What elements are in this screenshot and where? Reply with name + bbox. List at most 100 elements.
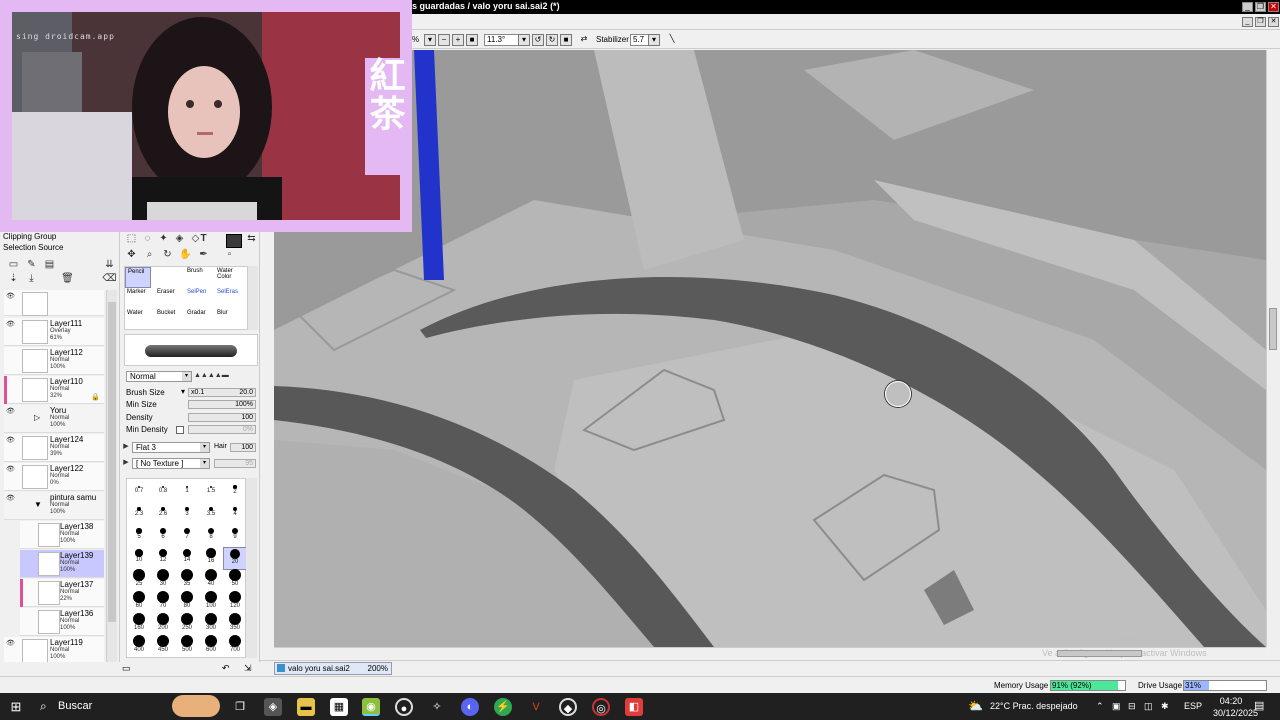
blend-mode-select[interactable]: Normal ▾ [126, 371, 192, 382]
visibility-eye-icon[interactable]: 👁 [6, 320, 20, 332]
size-preset[interactable]: 60 [127, 591, 151, 614]
primary-color-swatch[interactable] [226, 234, 242, 248]
visibility-eye-icon[interactable]: 👁 [6, 494, 20, 506]
layer-item[interactable]: Layer138 Normal 100% [20, 521, 104, 549]
clock[interactable]: 04:20 30/12/2025 [1213, 695, 1258, 719]
brush-marker[interactable]: Marker [125, 288, 151, 309]
app-icon-5[interactable]: ◎ [592, 698, 610, 716]
brush-size-unit-dropdown[interactable]: ▾ [178, 387, 186, 398]
flip-icon[interactable]: ⇄ [578, 34, 590, 46]
size-preset[interactable]: 1 [175, 481, 199, 504]
move-icon[interactable]: ✥ [124, 248, 139, 262]
file-explorer-icon[interactable]: ▬ [297, 698, 315, 716]
layer-item[interactable]: 👁 Layer122 Normal 0% [4, 463, 104, 491]
size-preset[interactable]: 3.5 [199, 503, 223, 526]
new-folder-icon[interactable]: ▤ [42, 258, 57, 272]
canvas-horizontal-scrollbar[interactable]: Ve a Configuración para activar Windows [274, 647, 1266, 658]
windows-start-icon[interactable]: ⊞ [7, 698, 25, 716]
size-preset[interactable]: 200 [151, 613, 175, 636]
folder-collapse-icon[interactable]: ▼ [34, 500, 42, 509]
size-preset[interactable]: 450 [151, 635, 175, 658]
size-preset[interactable]: 600 [199, 635, 223, 658]
size-preset[interactable]: 7 [175, 525, 199, 548]
layer-scrollbar[interactable] [106, 290, 117, 662]
doc-restore-button[interactable]: ❐ [1255, 17, 1266, 27]
minimize-button[interactable]: _ [1242, 2, 1253, 12]
layer-folder[interactable]: 👁 ▼ pintura samu Normal 100% [4, 492, 104, 520]
rotate-left-button[interactable]: ↺ [532, 34, 544, 46]
brush-selpen[interactable]: SelPen [185, 288, 211, 309]
visibility-eye-icon[interactable]: 👁 [6, 465, 20, 477]
undo-icon[interactable]: ▭ [122, 663, 131, 674]
brush-tip-icons[interactable]: ▲▲▲▲▬ [194, 369, 229, 383]
rotate-right-button[interactable]: ↻ [546, 34, 558, 46]
zoom-in-button[interactable]: + [452, 34, 464, 46]
horizontal-scroll-thumb[interactable] [1057, 650, 1142, 657]
redo-icon[interactable]: ⇲ [244, 663, 252, 674]
swap-colors-icon[interactable]: ⇆ [244, 232, 259, 246]
restore-button[interactable]: ❐ [1255, 2, 1266, 12]
select-rect-icon[interactable]: ⬚ [124, 232, 139, 246]
size-preset[interactable]: 250 [175, 613, 199, 636]
size-preset[interactable]: 25 [127, 569, 151, 592]
brush-water[interactable]: Water [125, 309, 151, 330]
size-preset[interactable]: 1.5 [199, 481, 223, 504]
rotation-dropdown-button[interactable]: ▾ [518, 34, 530, 46]
taskbar-search[interactable]: ⌕ Buscar [32, 693, 222, 720]
tray-overflow-icon[interactable]: ⌃ [1096, 693, 1104, 720]
weather-text[interactable]: 22°C Prac. despejado [990, 693, 1078, 720]
size-preset[interactable]: 2.3 [127, 503, 151, 526]
size-preset[interactable]: 0.8 [151, 481, 175, 504]
layer-folder[interactable]: 👁 ▷ Yoru Normal 100% [4, 405, 104, 433]
stabilizer-field[interactable]: 5.7 [630, 34, 650, 46]
vertical-scroll-thumb[interactable] [1269, 308, 1277, 350]
language-indicator[interactable]: ESP [1184, 693, 1202, 720]
clipping-group-label[interactable]: Clipping Group [3, 232, 56, 241]
size-preset[interactable]: 700 [223, 635, 247, 658]
size-preset[interactable]: 10 [127, 547, 151, 570]
texture-expand-icon[interactable]: ▶ [122, 456, 130, 470]
layer-scroll-thumb[interactable] [108, 302, 116, 622]
folder-expand-icon[interactable]: ▷ [34, 413, 40, 422]
brush-shape-select[interactable]: Flat 3 ▾ [132, 442, 210, 453]
size-preset[interactable]: 16 [199, 547, 223, 570]
magic-wand-icon[interactable]: ✦ [156, 232, 171, 246]
size-preset[interactable]: 3 [175, 503, 199, 526]
brush-bucket[interactable]: Bucket [155, 309, 181, 330]
size-preset[interactable]: 2.6 [151, 503, 175, 526]
min-size-slider[interactable]: 100% [188, 400, 256, 409]
min-density-slider[interactable]: 0% [188, 425, 256, 434]
visibility-eye-icon[interactable]: 👁 [6, 639, 20, 651]
size-preset[interactable]: 4 [223, 503, 247, 526]
size-preset[interactable]: 300 [199, 613, 223, 636]
brush-pencil[interactable]: Pencil [125, 267, 151, 288]
brush-grid-scrollbar[interactable] [248, 266, 258, 330]
size-preset[interactable]: 350 [223, 613, 247, 636]
new-linework-icon[interactable]: ✎ [24, 258, 39, 272]
tray-app-icon[interactable]: ▣ [1112, 693, 1121, 720]
eyedropper-icon[interactable]: ✒ [196, 248, 211, 262]
zoom-reset-button[interactable]: ■ [466, 34, 478, 46]
brush-blur[interactable]: Blur [215, 309, 241, 330]
texture-strength-slider[interactable]: 95 [214, 459, 256, 468]
drawing-canvas[interactable]: dows [274, 50, 1266, 647]
layer-item[interactable]: Layer110 Normal 32% 🔒 [4, 376, 104, 404]
size-preset[interactable]: 400 [127, 635, 151, 658]
zoom-dropdown-button[interactable]: ▾ [424, 34, 436, 46]
transparent-color-icon[interactable]: ▫ [222, 248, 237, 262]
clear-layer-icon[interactable]: ⌫ [102, 272, 117, 286]
size-preset[interactable]: 6 [151, 525, 175, 548]
line-tool-icon[interactable]: ╲ [666, 34, 678, 46]
size-preset[interactable]: 12 [151, 547, 175, 570]
app-icon-6[interactable]: ◧ [625, 698, 643, 716]
zoom-out-button[interactable]: − [438, 34, 450, 46]
notifications-icon[interactable]: ▤ [1254, 693, 1264, 720]
rotate-view-icon[interactable]: ↻ [160, 248, 175, 262]
size-preset[interactable]: 70 [151, 591, 175, 614]
undo-history-icon[interactable]: ↶ [222, 663, 230, 674]
size-preset[interactable]: 35 [175, 569, 199, 592]
hair-slider[interactable]: 100 [230, 443, 256, 452]
new-layer-icon[interactable]: ▭ [6, 258, 21, 272]
size-preset[interactable]: 20 [223, 547, 247, 570]
store-icon[interactable]: ▦ [330, 698, 348, 716]
